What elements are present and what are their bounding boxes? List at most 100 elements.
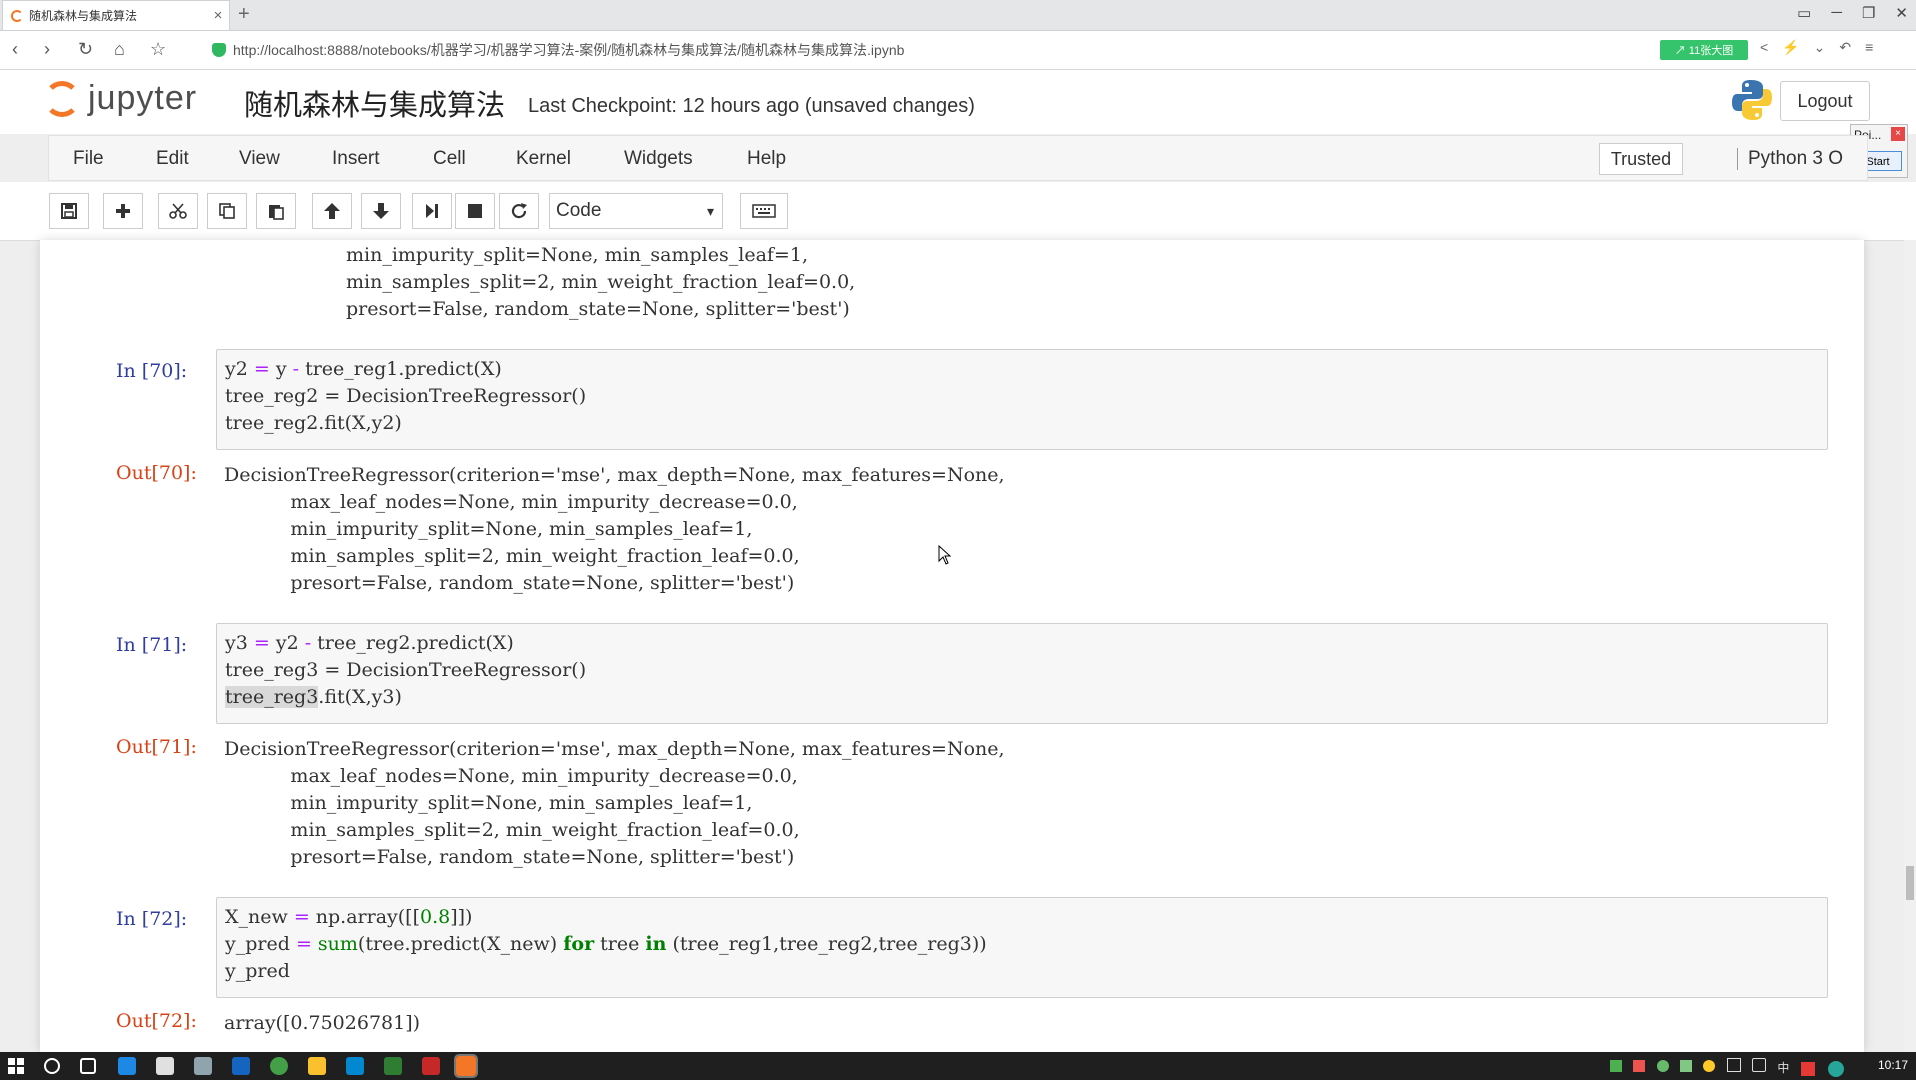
bookmark-star-icon[interactable]: ☆ <box>150 39 166 60</box>
run-cell-button[interactable] <box>412 193 452 229</box>
search-icon[interactable] <box>44 1058 60 1074</box>
code-line: X_new = np.array([[0.8]]) <box>225 906 473 928</box>
menu-file[interactable]: File <box>73 148 104 170</box>
notebook-name[interactable]: 随机森林与集成算法 <box>244 82 505 124</box>
windows-start-icon[interactable] <box>8 1058 24 1074</box>
taskbar-clock[interactable]: 10:17 <box>1878 1058 1908 1072</box>
save-button[interactable] <box>49 193 89 229</box>
app-icon[interactable] <box>232 1057 250 1075</box>
code-cell-70[interactable]: y2 = y - tree_reg1.predict(X) tree_reg2 … <box>216 349 1828 450</box>
popup-close-icon[interactable]: × <box>1891 127 1905 141</box>
code-cell-71[interactable]: y3 = y2 - tree_reg2.predict(X) tree_reg3… <box>216 623 1828 724</box>
task-view-icon[interactable] <box>80 1058 96 1074</box>
browser-tab[interactable]: 随机森林与集成算法 × <box>2 0 230 30</box>
move-down-button[interactable] <box>361 193 401 229</box>
browser-360-icon[interactable] <box>270 1057 288 1075</box>
move-up-button[interactable] <box>312 193 352 229</box>
share-icon[interactable]: < <box>1760 39 1768 56</box>
mail-icon[interactable] <box>194 1057 212 1075</box>
menu-help[interactable]: Help <box>747 148 786 170</box>
menu-insert[interactable]: Insert <box>332 148 380 170</box>
file-explorer-icon[interactable] <box>308 1057 326 1075</box>
reload-icon[interactable]: ↻ <box>78 39 93 60</box>
menu-view[interactable]: View <box>239 148 280 170</box>
jupyter-menubar: File Edit View Insert Cell Kernel Widget… <box>48 135 1868 181</box>
app-icon[interactable] <box>422 1057 440 1075</box>
notification-badge-icon[interactable] <box>1828 1060 1845 1077</box>
chevron-down-icon[interactable]: ⌄ <box>1814 39 1826 56</box>
tray-icon[interactable] <box>1656 1060 1669 1072</box>
undo-icon[interactable]: ↶ <box>1839 39 1851 56</box>
code-line: y_pred <box>225 960 290 982</box>
jupyter-logo[interactable]: jupyter <box>44 79 197 118</box>
output-prompt-72: Out[72]: <box>116 1010 197 1032</box>
logout-button[interactable]: Logout <box>1780 81 1870 121</box>
cut-button[interactable] <box>158 193 198 229</box>
insert-cell-button[interactable] <box>103 193 143 229</box>
menu-kernel[interactable]: Kernel <box>516 148 571 170</box>
kernel-status-icon: O <box>1828 148 1844 169</box>
refresh-icon <box>511 203 527 219</box>
kernel-name[interactable]: Python 3 O <box>1737 148 1843 170</box>
output-prompt-71: Out[71]: <box>116 736 197 758</box>
forward-icon[interactable]: › <box>44 39 50 60</box>
code-fragment: .fit(X,y3) <box>318 686 402 708</box>
window-controls: ▭ ─ ❐ ✕ <box>1797 4 1908 22</box>
shield-icon[interactable] <box>1680 1060 1693 1072</box>
minimize-window-icon[interactable]: ─ <box>1831 4 1842 22</box>
new-tab-button[interactable]: + <box>238 3 250 26</box>
code-line: tree_reg2 = DecisionTreeRegressor() <box>225 385 587 407</box>
output-line: max_leaf_nodes=None, min_impurity_decrea… <box>224 765 798 787</box>
trusted-indicator[interactable]: Trusted <box>1599 143 1683 175</box>
code-line: y2 = y - tree_reg1.predict(X) <box>225 358 502 380</box>
jupyter-header: jupyter 随机森林与集成算法 Last Checkpoint: 12 ho… <box>0 70 1916 134</box>
menu-widgets[interactable]: Widgets <box>624 148 693 170</box>
volume-icon[interactable] <box>1752 1058 1767 1072</box>
tray-icon[interactable] <box>1800 1061 1815 1076</box>
stop-icon <box>468 204 482 218</box>
home-icon[interactable]: ⌂ <box>114 39 125 60</box>
input-method-indicator[interactable]: 中 <box>1777 1061 1789 1075</box>
scrollbar-thumb[interactable] <box>1906 866 1914 900</box>
menu-cell[interactable]: Cell <box>433 148 466 170</box>
copy-button[interactable] <box>207 193 247 229</box>
pin-window-icon[interactable]: ▭ <box>1797 4 1811 22</box>
restart-kernel-button[interactable] <box>499 193 539 229</box>
tray-icon[interactable] <box>1633 1060 1646 1072</box>
tray-icon[interactable] <box>1703 1060 1716 1072</box>
output-70: DecisionTreeRegressor(criterion='mse', m… <box>224 462 1005 597</box>
network-icon[interactable] <box>1726 1058 1741 1072</box>
interrupt-kernel-button[interactable] <box>455 193 495 229</box>
cell-type-value: Code <box>556 200 602 221</box>
os-taskbar: 中 10:17 <box>0 1052 1916 1080</box>
paste-button[interactable] <box>256 193 296 229</box>
output-line: presort=False, random_state=None, splitt… <box>224 572 795 594</box>
input-prompt-71: In [71]: <box>116 634 188 656</box>
image-badge[interactable]: ↗ 11张大图 <box>1660 40 1748 60</box>
command-palette-button[interactable] <box>740 193 788 229</box>
cell-type-select[interactable]: Code ▾ <box>549 193 723 229</box>
system-tray: 中 <box>1610 1058 1845 1077</box>
browser-menu-icon[interactable]: ≡ <box>1865 39 1873 56</box>
close-window-icon[interactable]: ✕ <box>1895 4 1908 22</box>
tray-icon[interactable] <box>1610 1060 1622 1072</box>
app-icon[interactable] <box>346 1057 364 1075</box>
output-line: presort=False, random_state=None, splitt… <box>346 298 850 320</box>
menu-edit[interactable]: Edit <box>156 148 189 170</box>
back-icon[interactable]: ‹ <box>12 39 18 60</box>
app-icon[interactable] <box>384 1057 402 1075</box>
edge-browser-icon[interactable] <box>118 1057 136 1075</box>
output-line: min_samples_split=2, min_weight_fraction… <box>346 271 856 293</box>
jupyter-browser-icon[interactable] <box>454 1054 478 1078</box>
store-icon[interactable] <box>156 1057 174 1075</box>
output-line: min_samples_split=2, min_weight_fraction… <box>224 819 800 841</box>
page-scrollbar[interactable] <box>1904 240 1916 1052</box>
tab-close-icon[interactable]: × <box>207 7 229 24</box>
url-field[interactable]: http://localhost:8888/notebooks/机器学习/机器学… <box>212 38 1652 62</box>
output-69-tail: min_impurity_split=None, min_samples_lea… <box>346 242 855 323</box>
lightning-icon[interactable]: ⚡ <box>1782 39 1799 56</box>
kernel-label: Python 3 <box>1748 148 1823 169</box>
code-cell-72[interactable]: X_new = np.array([[0.8]]) y_pred = sum(t… <box>216 897 1828 998</box>
code-line: y3 = y2 - tree_reg2.predict(X) <box>225 632 514 654</box>
restore-window-icon[interactable]: ❐ <box>1862 4 1875 22</box>
